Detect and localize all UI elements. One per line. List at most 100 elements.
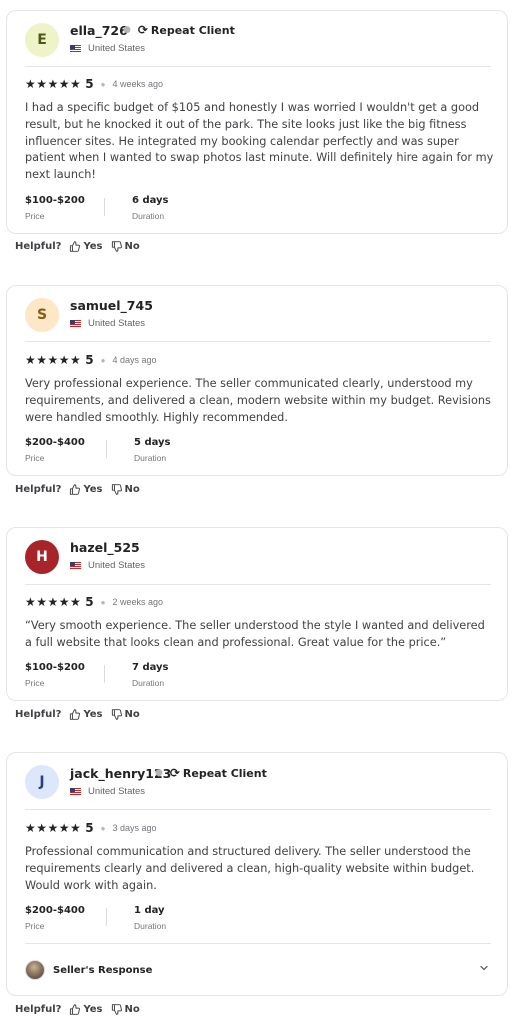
duration-value: 1 day bbox=[134, 905, 165, 916]
thumbs-up-icon bbox=[70, 1004, 81, 1015]
rating-score: 5 bbox=[85, 353, 94, 367]
helpful-no-button[interactable]: No bbox=[111, 1004, 140, 1015]
divider bbox=[25, 66, 491, 67]
price-value: $200-$400 bbox=[25, 437, 85, 448]
divider bbox=[25, 584, 491, 585]
divider bbox=[25, 943, 491, 944]
duration-label: Duration bbox=[134, 921, 167, 931]
yes-label: Yes bbox=[83, 709, 103, 720]
helpful-row: Helpful? Yes No bbox=[15, 484, 140, 495]
review-date: 2 weeks ago bbox=[112, 597, 164, 607]
duration-value: 5 days bbox=[134, 437, 171, 448]
helpful-yes-button[interactable]: Yes bbox=[69, 484, 103, 495]
helpful-label: Helpful? bbox=[15, 709, 62, 720]
price-value: $100-$200 bbox=[25, 195, 85, 206]
meta-divider bbox=[104, 665, 105, 683]
repeat-client-label: Repeat Client bbox=[150, 23, 235, 37]
thumbs-up-icon bbox=[70, 709, 81, 720]
helpful-yes-button[interactable]: Yes bbox=[69, 241, 103, 252]
price-label: Price bbox=[25, 453, 45, 463]
thumbs-up-icon bbox=[70, 484, 81, 495]
helpful-label: Helpful? bbox=[15, 241, 62, 252]
rating-row: ★★★★★ 5 ● 2 weeks ago bbox=[25, 595, 163, 609]
review-text: “Very smooth experience. The seller unde… bbox=[25, 619, 485, 649]
helpful-yes-button[interactable]: Yes bbox=[69, 1004, 103, 1015]
helpful-label: Helpful? bbox=[15, 484, 62, 495]
thumbs-up-icon bbox=[70, 241, 81, 252]
rating-row: ★★★★★ 5 ● 3 days ago bbox=[25, 821, 157, 835]
avatar[interactable]: S bbox=[25, 298, 59, 332]
star-rating-icon: ★★★★★ bbox=[25, 77, 82, 91]
duration-value: 6 days bbox=[132, 195, 169, 206]
reviewer-username[interactable]: samuel_745 bbox=[70, 298, 153, 313]
thumbs-down-icon bbox=[111, 241, 122, 252]
bullet-separator: ● bbox=[100, 597, 106, 607]
meta-divider bbox=[106, 908, 107, 926]
us-flag-icon bbox=[70, 45, 81, 52]
bullet-separator: ● bbox=[123, 25, 131, 35]
duration-label: Duration bbox=[132, 678, 165, 688]
bullet-separator: ● bbox=[100, 355, 106, 365]
helpful-no-button[interactable]: No bbox=[111, 709, 140, 720]
star-rating-icon: ★★★★★ bbox=[25, 595, 82, 609]
duration-label: Duration bbox=[134, 453, 167, 463]
review-date: 3 days ago bbox=[112, 823, 157, 833]
helpful-row: Helpful? Yes No bbox=[15, 241, 140, 252]
star-rating-icon: ★★★★★ bbox=[25, 821, 82, 835]
helpful-label: Helpful? bbox=[15, 1004, 62, 1015]
avatar[interactable]: J bbox=[25, 765, 59, 799]
repeat-client-label: Repeat Client bbox=[182, 766, 267, 780]
review-text: I had a specific budget of $105 and hone… bbox=[25, 101, 494, 182]
avatar[interactable]: H bbox=[25, 540, 59, 574]
country-name: United States bbox=[88, 560, 146, 571]
helpful-no-button[interactable]: No bbox=[111, 484, 140, 495]
review-card: H hazel_525 United States ★★★★★ 5 ● 2 we… bbox=[6, 527, 508, 701]
rating-row: ★★★★★ 5 ● 4 weeks ago bbox=[25, 77, 163, 91]
no-label: No bbox=[124, 484, 140, 495]
review-text: Very professional experience. The seller… bbox=[25, 377, 491, 424]
divider bbox=[25, 341, 491, 342]
divider bbox=[25, 809, 491, 810]
no-label: No bbox=[124, 1004, 140, 1015]
yes-label: Yes bbox=[83, 241, 103, 252]
thumbs-down-icon bbox=[111, 484, 122, 495]
bullet-separator: ● bbox=[100, 823, 106, 833]
us-flag-icon bbox=[70, 788, 81, 795]
rating-row: ★★★★★ 5 ● 4 days ago bbox=[25, 353, 157, 367]
no-label: No bbox=[124, 709, 140, 720]
us-flag-icon bbox=[70, 320, 81, 327]
thumbs-down-icon bbox=[111, 709, 122, 720]
reviewer-country: United States bbox=[70, 43, 145, 54]
helpful-row: Helpful? Yes No bbox=[15, 709, 140, 720]
review-date: 4 weeks ago bbox=[112, 79, 164, 89]
repeat-client-badge: ● ⟳ Repeat Client bbox=[155, 766, 267, 780]
rating-score: 5 bbox=[85, 77, 94, 91]
rating-score: 5 bbox=[85, 595, 94, 609]
reviewer-country: United States bbox=[70, 786, 145, 797]
price-label: Price bbox=[25, 211, 45, 221]
repeat-client-badge: ● ⟳ Repeat Client bbox=[123, 23, 235, 37]
review-card: S samuel_745 United States ★★★★★ 5 ● 4 d… bbox=[6, 285, 508, 476]
helpful-yes-button[interactable]: Yes bbox=[69, 709, 103, 720]
chevron-down-icon bbox=[480, 965, 488, 971]
helpful-row: Helpful? Yes No bbox=[15, 1004, 140, 1015]
bullet-separator: ● bbox=[100, 79, 106, 89]
review-card: J jack_henry123 ● ⟳ Repeat Client United… bbox=[6, 752, 508, 996]
seller-response-toggle[interactable]: Seller's Response bbox=[25, 955, 491, 985]
reviewer-username[interactable]: ella_726 bbox=[70, 23, 128, 38]
price-value: $100-$200 bbox=[25, 662, 85, 673]
country-name: United States bbox=[88, 318, 146, 329]
avatar[interactable]: E bbox=[25, 23, 59, 57]
repeat-icon: ⟳ bbox=[137, 23, 148, 37]
seller-avatar bbox=[25, 960, 45, 980]
rating-score: 5 bbox=[85, 821, 94, 835]
review-date: 4 days ago bbox=[112, 355, 157, 365]
star-rating-icon: ★★★★★ bbox=[25, 353, 82, 367]
helpful-no-button[interactable]: No bbox=[111, 241, 140, 252]
reviewer-username[interactable]: hazel_525 bbox=[70, 540, 140, 555]
yes-label: Yes bbox=[83, 1004, 103, 1015]
reviewer-country: United States bbox=[70, 318, 145, 329]
seller-response-label: Seller's Response bbox=[53, 964, 153, 976]
bullet-separator: ● bbox=[155, 768, 163, 778]
review-text: Professional communication and structure… bbox=[25, 845, 475, 892]
